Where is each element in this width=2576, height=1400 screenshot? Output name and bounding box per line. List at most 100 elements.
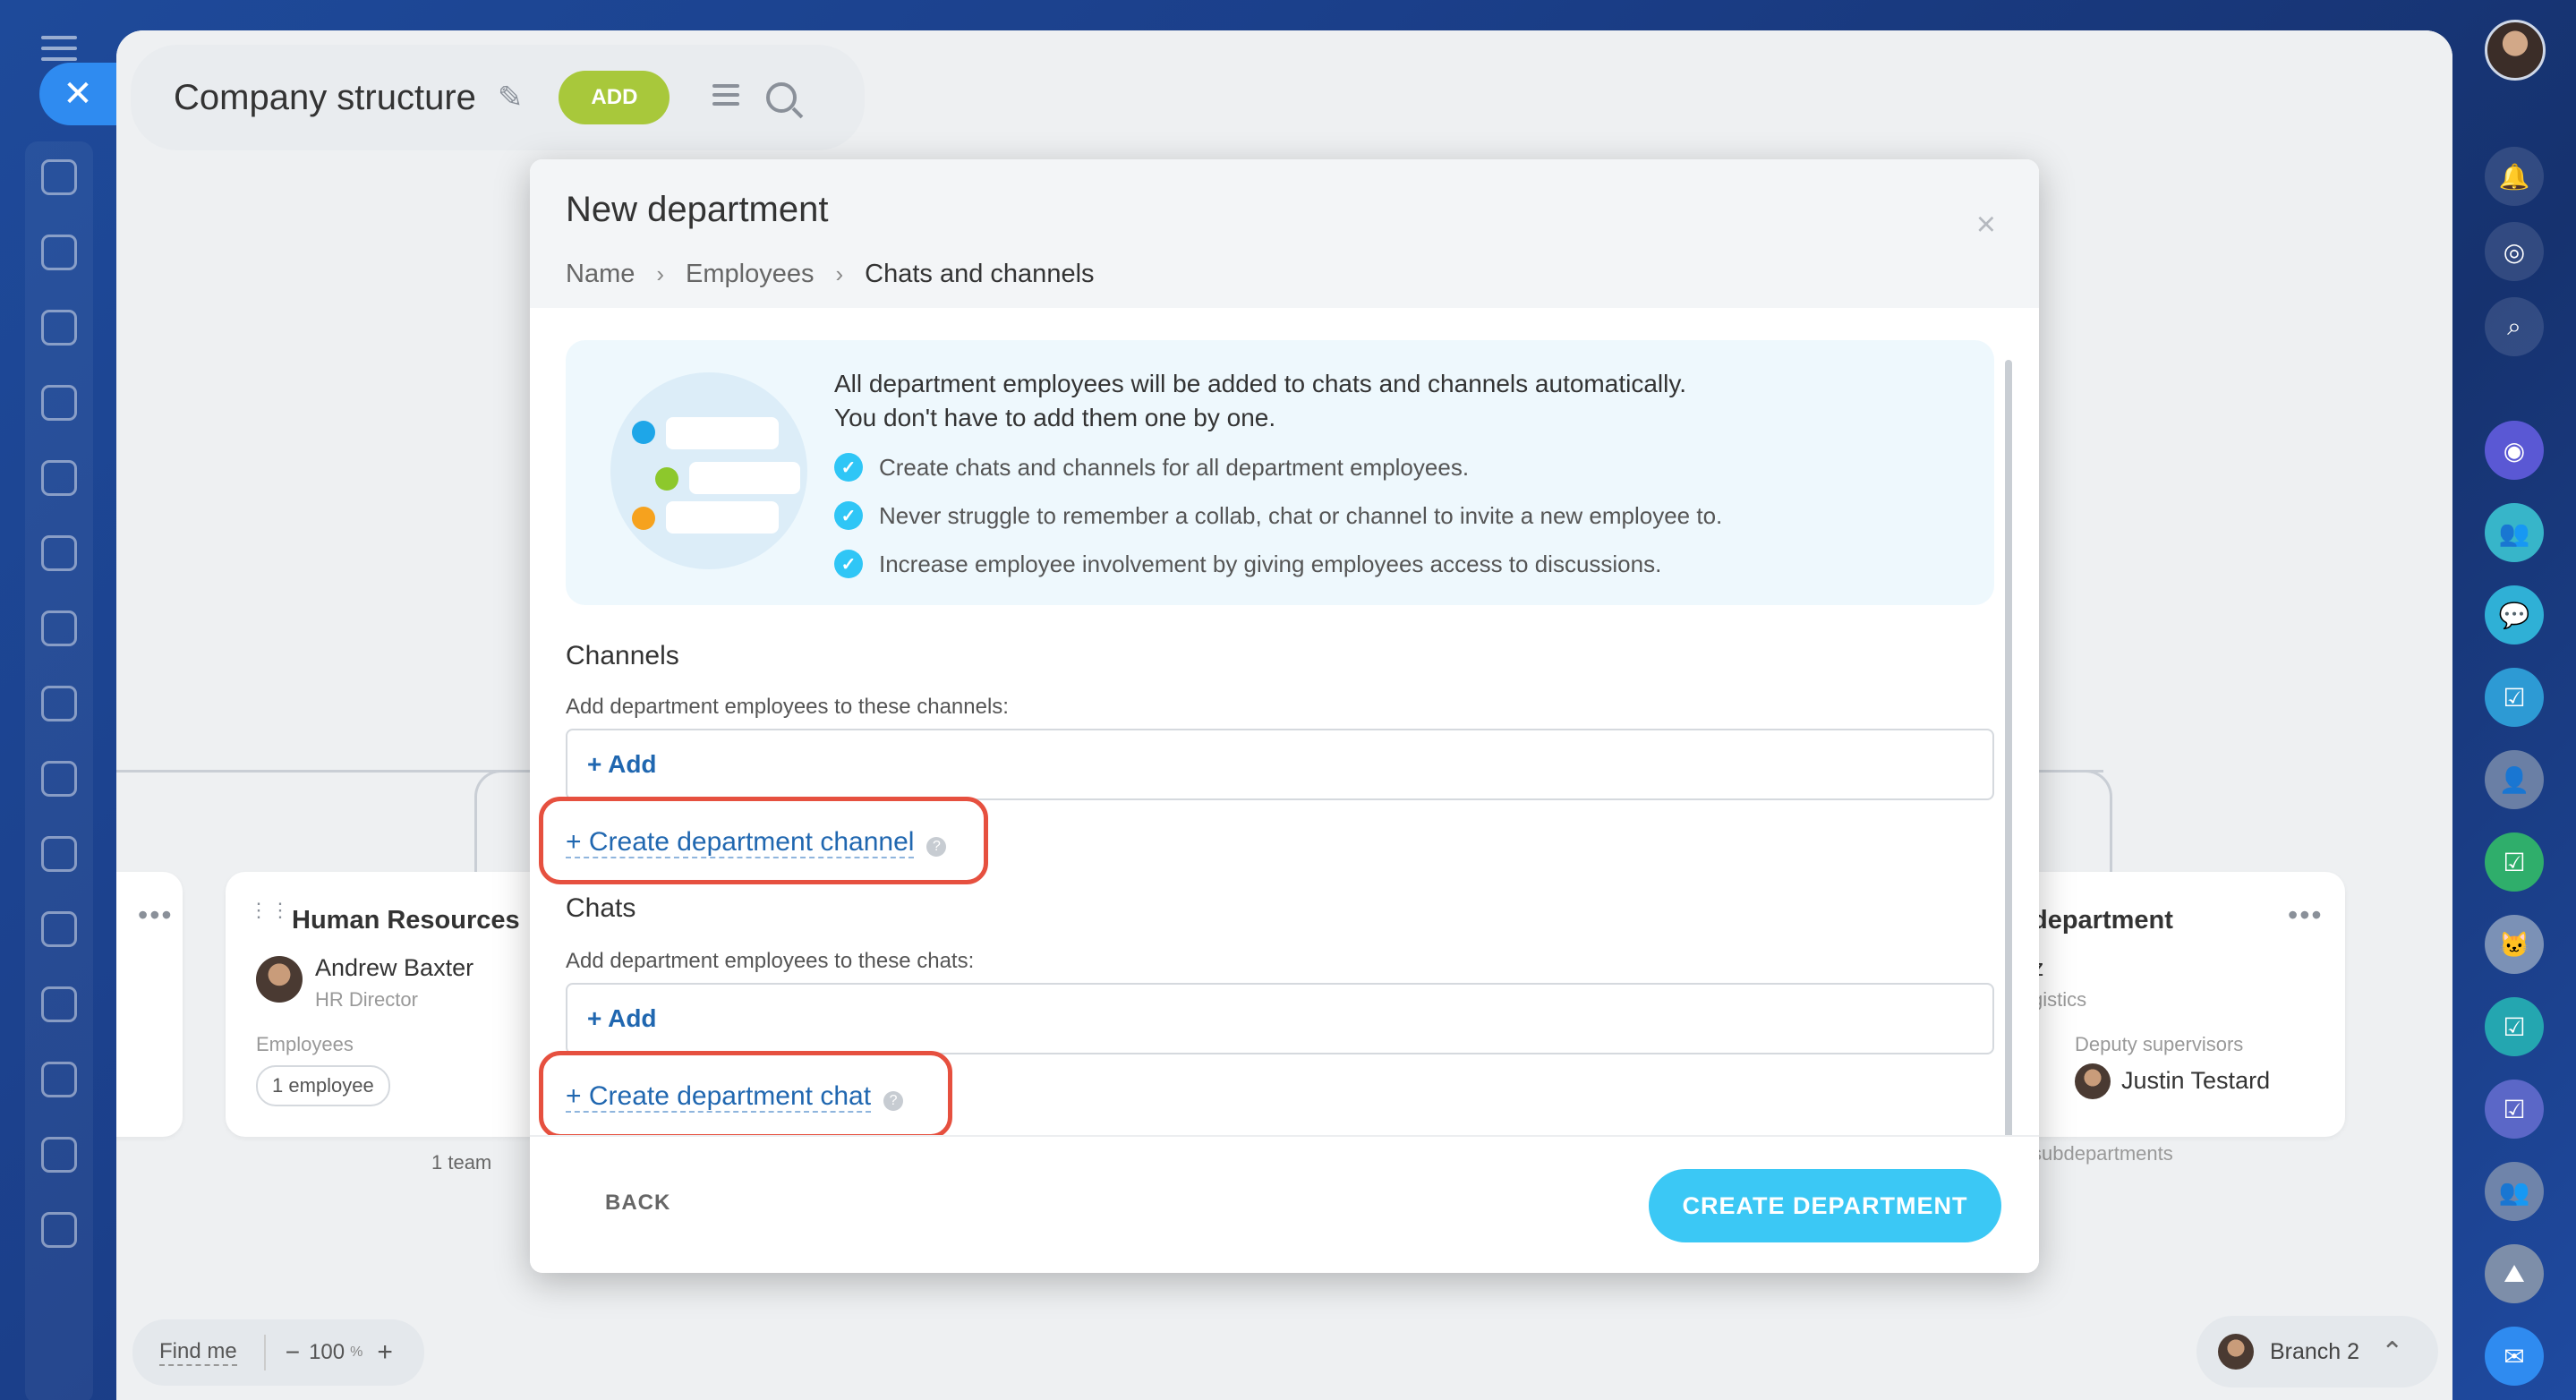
bot-avatar[interactable]: 🐱 xyxy=(2485,915,2544,974)
info-text: All department employees will be added t… xyxy=(834,367,1686,435)
breadcrumb-employees[interactable]: Employees xyxy=(686,260,814,289)
branch-label: Branch 2 xyxy=(2270,1338,2360,1364)
help-icon[interactable]: ? xyxy=(926,836,947,857)
scrollbar[interactable] xyxy=(2005,360,2012,1148)
back-button[interactable]: BACK xyxy=(605,1191,670,1216)
info-line-1: All department employees will be added t… xyxy=(834,370,1687,397)
illustration-dot xyxy=(655,467,678,491)
illustration-dot xyxy=(632,507,655,530)
mail-icon-right[interactable]: ✉ xyxy=(2485,1327,2544,1386)
benefit-text: Never struggle to remember a collab, cha… xyxy=(879,501,1723,529)
schedule-icon[interactable] xyxy=(41,1062,77,1097)
breadcrumb-chats-channels: Chats and channels xyxy=(865,260,1095,288)
calendar-icon[interactable] xyxy=(41,460,77,496)
subdepartments-toggle[interactable]: subdepartments xyxy=(2032,1142,2173,1165)
filter-icon[interactable] xyxy=(41,986,77,1022)
zoom-value: 100 xyxy=(309,1340,345,1364)
target-icon[interactable]: ◎ xyxy=(2485,222,2544,281)
divider xyxy=(263,1335,266,1370)
mail-icon[interactable] xyxy=(41,761,77,797)
new-department-dialog: New department × Name › Employees › Chat… xyxy=(530,159,2039,1273)
contacts-avatar[interactable]: 👥 xyxy=(2485,1162,2544,1221)
search-chat-icon[interactable]: ⌕ xyxy=(2485,297,2544,356)
check-icon: ✓ xyxy=(834,550,863,578)
benefit-item: ✓ Increase employee involvement by givin… xyxy=(834,550,1661,578)
head-role: gistics xyxy=(2032,988,2087,1011)
create-department-channel-link[interactable]: + Create department channel xyxy=(566,827,915,858)
bell-icon[interactable]: 🔔 xyxy=(2485,147,2544,206)
task-check-icon-4[interactable]: ☑ xyxy=(2485,1080,2544,1139)
add-button[interactable]: ADD xyxy=(559,71,670,124)
illustration-card xyxy=(666,417,779,449)
contact-avatar[interactable]: 👤 xyxy=(2485,750,2544,809)
teams-toggle[interactable]: 1 team xyxy=(431,1151,491,1174)
channels-description: Add department employees to these channe… xyxy=(566,695,1009,719)
board-icon[interactable] xyxy=(41,610,77,646)
list-menu-icon[interactable] xyxy=(712,84,740,111)
users-icon[interactable] xyxy=(41,836,77,872)
head-name: Andrew Baxter xyxy=(315,954,474,981)
head-role: HR Director xyxy=(315,988,418,1011)
documents-icon[interactable] xyxy=(41,310,77,346)
illustration-dot xyxy=(632,421,655,444)
create-channel-row: + Create department channel? xyxy=(566,827,947,858)
chevron-right-icon: › xyxy=(835,260,844,287)
branch-switcher[interactable]: Branch 2 ⌃ xyxy=(2196,1316,2438,1387)
create-department-button[interactable]: CREATE DEPARTMENT xyxy=(1649,1169,2001,1242)
zoom-out-button[interactable]: − xyxy=(286,1338,300,1367)
menu-icon[interactable] xyxy=(41,36,77,61)
task-check-icon-2[interactable]: ☑ xyxy=(2485,832,2544,892)
deputy-label: Deputy supervisors xyxy=(2075,1033,2244,1055)
create-chat-row: + Create department chat? xyxy=(566,1081,904,1113)
dialog-footer: BACK CREATE DEPARTMENT xyxy=(530,1135,2039,1273)
chat-icon[interactable] xyxy=(41,235,77,270)
drag-handle-icon[interactable]: ⋮⋮ xyxy=(249,899,292,922)
close-slider-button[interactable]: ✕ xyxy=(39,63,116,125)
search-icon[interactable] xyxy=(766,82,798,113)
help-icon[interactable]: ? xyxy=(883,1090,904,1111)
task-check-icon[interactable]: ☑ xyxy=(2485,668,2544,727)
info-line-2: You don't have to add them one by one. xyxy=(834,404,1276,431)
benefit-item: ✓ Create chats and channels for all depa… xyxy=(834,453,1469,482)
create-department-chat-link[interactable]: + Create department chat xyxy=(566,1081,872,1113)
task-check-icon-3[interactable]: ☑ xyxy=(2485,997,2544,1056)
channels-heading: Channels xyxy=(566,641,679,670)
feed-icon[interactable] xyxy=(41,159,77,195)
group-chat-icon[interactable]: 👥 xyxy=(2485,503,2544,562)
settings-icon[interactable] xyxy=(41,1212,77,1248)
store-icon[interactable] xyxy=(41,1137,77,1173)
drive-icon[interactable] xyxy=(41,686,77,721)
breadcrumb-name[interactable]: Name xyxy=(566,260,635,289)
messages-icon[interactable]: 💬 xyxy=(2485,585,2544,645)
zoom-in-button[interactable]: + xyxy=(377,1337,393,1368)
department-card-left[interactable]: ••• xyxy=(116,872,183,1137)
chats-heading: Chats xyxy=(566,893,636,923)
department-card-right[interactable]: department ••• z gistics Deputy supervis… xyxy=(2014,872,2345,1165)
avatar xyxy=(256,956,303,1003)
copilot-icon[interactable]: ◉ xyxy=(2485,421,2544,480)
chat-illustration xyxy=(610,372,807,569)
find-me-button[interactable]: Find me xyxy=(159,1339,237,1366)
hexagon-icon[interactable] xyxy=(41,385,77,421)
file-icon[interactable] xyxy=(41,535,77,571)
close-icon: ✕ xyxy=(63,74,93,114)
avatar xyxy=(2218,1334,2254,1370)
more-icon[interactable]: ••• xyxy=(2288,899,2324,932)
card-title: Human Resources xyxy=(292,906,520,935)
tasks-icon[interactable] xyxy=(41,911,77,947)
add-channel-field[interactable]: + Add xyxy=(566,729,1994,800)
pin-icon[interactable]: ✎ xyxy=(498,80,524,115)
add-chat-field[interactable]: + Add xyxy=(566,983,1994,1054)
landscape-avatar[interactable]: ⛰ xyxy=(2485,1244,2544,1303)
chats-description: Add department employees to these chats: xyxy=(566,949,975,973)
illustration-card xyxy=(689,462,800,494)
check-icon: ✓ xyxy=(834,501,863,530)
chevron-right-icon: › xyxy=(656,260,665,287)
employees-count-badge[interactable]: 1 employee xyxy=(256,1065,390,1106)
chevron-up-icon[interactable]: ⌃ xyxy=(2381,1336,2403,1368)
close-icon[interactable]: × xyxy=(1976,206,1996,244)
more-icon[interactable]: ••• xyxy=(138,899,174,932)
benefit-item: ✓ Never struggle to remember a collab, c… xyxy=(834,501,1722,530)
left-sidebar: ✕ xyxy=(0,0,116,1400)
avatar xyxy=(2075,1063,2111,1099)
